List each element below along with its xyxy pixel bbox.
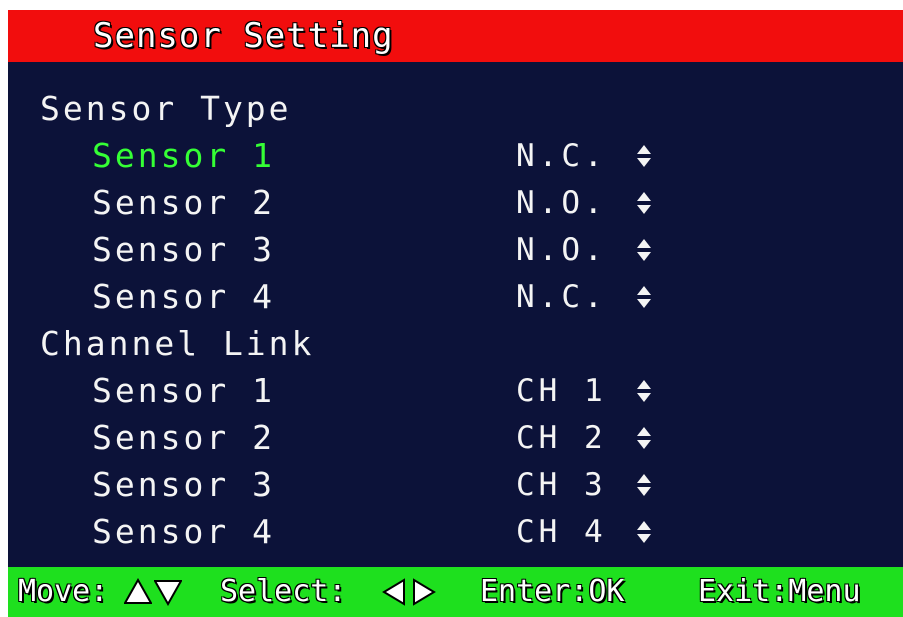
channel-link-sensor-3-label[interactable]: Sensor 3 [92,462,275,508]
sensor-type-sensor-4-label[interactable]: Sensor 4 [92,274,275,320]
sensor-type-sensor-3-value[interactable]: N.O. [516,227,607,273]
channel-link-sensor-1-value[interactable]: CH 1 [516,368,607,414]
section-heading-sensor-type: Sensor Type [40,89,292,128]
sensor-type-sensor-4-value[interactable]: N.C. [516,274,607,320]
settings-panel: Sensor Type Sensor 1 N.C. Sensor 2 N.O. … [8,62,903,567]
channel-link-sensor-4-value[interactable]: CH 4 [516,509,607,555]
dvr-osd-screen: Sensor Setting Sensor Type Sensor 1 N.C.… [0,0,903,617]
channel-link-sensor-1-label[interactable]: Sensor 1 [92,368,275,414]
channel-link-sensor-2-label[interactable]: Sensor 2 [92,415,275,461]
move-hint-label: Move: [18,574,109,609]
sensor-type-sensor-3-label[interactable]: Sensor 3 [92,227,275,273]
channel-link-sensor-4-spinner-icon[interactable] [636,509,652,555]
channel-link-sensor-1-spinner-icon[interactable] [636,368,652,414]
select-hint-label: Select: [220,574,347,609]
section-heading-channel-link: Channel Link [40,324,315,363]
left-triangle-icon [381,578,407,606]
up-triangle-icon [123,577,153,606]
sensor-type-sensor-1-value[interactable]: N.C. [516,133,607,179]
channel-link-sensor-3-spinner-icon[interactable] [636,462,652,508]
sensor-type-sensor-2-label[interactable]: Sensor 2 [92,180,275,226]
sensor-type-sensor-1-spinner-icon[interactable] [636,133,652,179]
sensor-type-sensor-2-spinner-icon[interactable] [636,180,652,226]
sensor-type-sensor-4-spinner-icon[interactable] [636,274,652,320]
channel-link-sensor-3-value[interactable]: CH 3 [516,462,607,508]
status-bar: Move: Select: Enter:OK Exit:Menu [8,567,903,617]
channel-link-sensor-2-spinner-icon[interactable] [636,415,652,461]
sensor-type-sensor-2-value[interactable]: N.O. [516,180,607,226]
channel-link-sensor-2-value[interactable]: CH 2 [516,415,607,461]
sensor-type-sensor-1-label[interactable]: Sensor 1 [92,133,275,179]
enter-hint-label: Enter:OK [480,574,625,609]
title-bar: Sensor Setting [8,10,903,62]
down-triangle-icon [153,578,183,607]
channel-link-sensor-4-label[interactable]: Sensor 4 [92,509,275,555]
exit-hint-label: Exit:Menu [698,574,861,609]
menu-title: Sensor Setting [93,16,394,56]
sensor-type-sensor-3-spinner-icon[interactable] [636,227,652,273]
right-triangle-icon [411,578,437,606]
